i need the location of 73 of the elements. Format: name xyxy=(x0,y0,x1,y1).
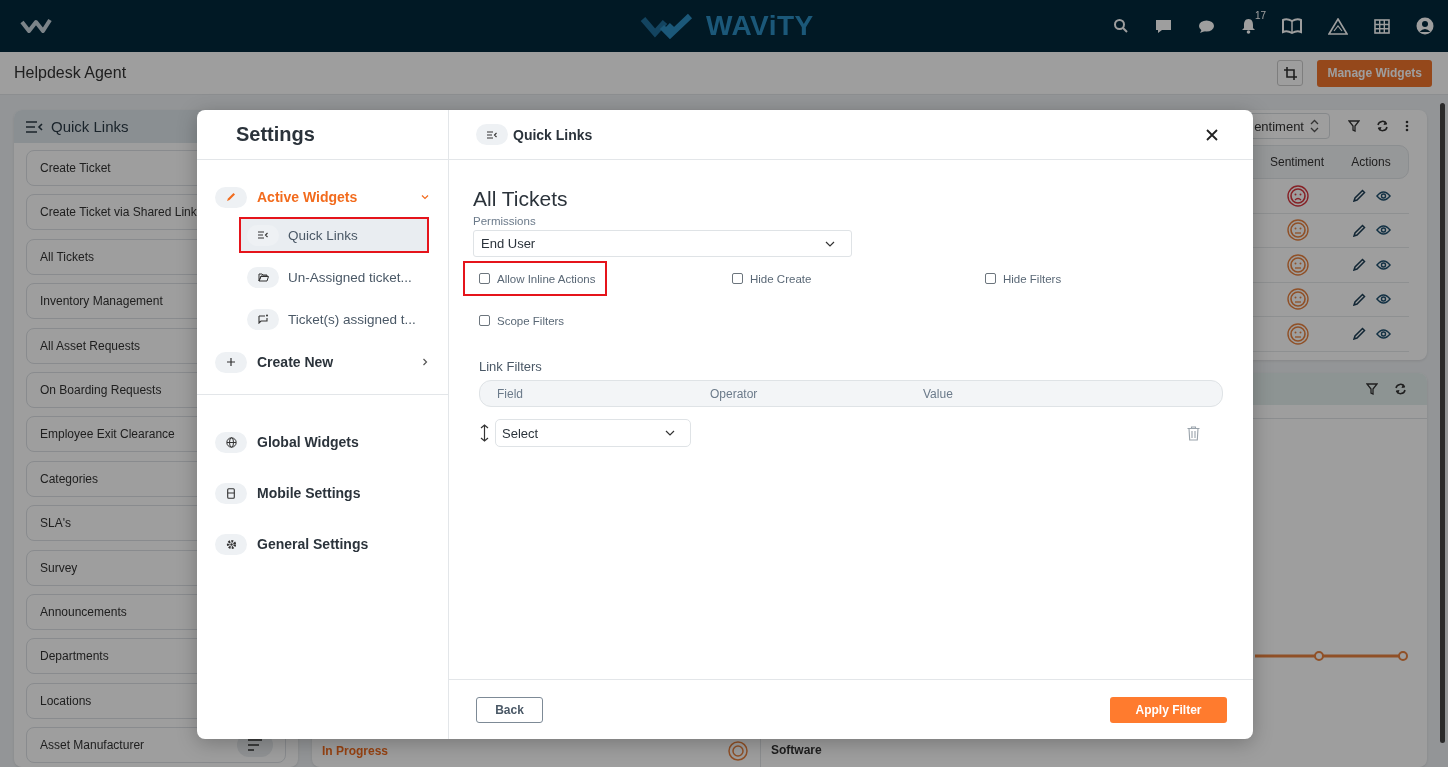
card-title: Quick Links xyxy=(51,118,129,135)
checkbox[interactable] xyxy=(479,315,490,326)
notification-count: 17 xyxy=(1255,10,1267,21)
target-icon xyxy=(728,741,748,761)
chevron-down-icon xyxy=(825,240,835,247)
checkbox-option[interactable]: Hide Filters xyxy=(969,261,1074,296)
up-down-caret-icon xyxy=(1310,119,1319,133)
chat-bubble-icon[interactable] xyxy=(1198,18,1215,34)
delete-icon[interactable] xyxy=(1187,425,1200,441)
book-icon[interactable] xyxy=(1282,18,1302,34)
quick-links-icon xyxy=(476,124,508,145)
chevron-down-icon xyxy=(420,192,430,202)
checkbox[interactable] xyxy=(732,273,743,284)
checkbox-option[interactable]: Scope Filters xyxy=(463,303,577,338)
checkbox[interactable] xyxy=(479,273,490,284)
chevron-right-icon xyxy=(420,357,430,367)
pencil-icon xyxy=(215,186,247,208)
filter-icon[interactable] xyxy=(1366,383,1378,395)
column-header: Sentiment xyxy=(1269,155,1325,169)
category-value: Software xyxy=(771,743,823,757)
triangle-icon[interactable] xyxy=(1328,17,1348,35)
brand-name: WAViTY xyxy=(706,10,814,42)
chevron-down-icon xyxy=(665,430,675,436)
bell-icon[interactable] xyxy=(1241,18,1256,34)
column-header: Value xyxy=(923,386,954,401)
scrollbar[interactable] xyxy=(1440,103,1445,743)
checkbox-option[interactable]: Allow Inline Actions xyxy=(463,261,608,296)
nav-subitem[interactable]: Quick Links xyxy=(239,217,429,253)
edit-icon[interactable] xyxy=(1353,223,1366,237)
plus-icon xyxy=(215,351,247,373)
edit-icon[interactable] xyxy=(1353,258,1366,272)
filter-icon[interactable] xyxy=(1348,120,1360,132)
column-header: Field xyxy=(497,386,524,401)
eye-icon[interactable] xyxy=(1376,190,1391,201)
edit-icon[interactable] xyxy=(1353,327,1366,341)
eye-icon[interactable] xyxy=(1376,294,1391,305)
checkbox-option[interactable]: Hide Create xyxy=(716,261,824,296)
edit-icon[interactable] xyxy=(1353,292,1366,306)
crop-button[interactable] xyxy=(1277,60,1304,86)
section-heading: All Tickets xyxy=(473,187,569,211)
folder-icon xyxy=(247,266,279,288)
checkbox[interactable] xyxy=(985,273,996,284)
dialog-title: Settings xyxy=(236,123,315,146)
grid-icon[interactable] xyxy=(1374,18,1390,34)
status-label: In Progress xyxy=(322,744,389,758)
close-icon[interactable] xyxy=(1206,128,1218,141)
phone-icon xyxy=(215,482,247,504)
section-title: Link Filters xyxy=(479,359,543,374)
eye-icon[interactable] xyxy=(1376,225,1391,236)
user-icon[interactable] xyxy=(1416,17,1434,35)
refresh-icon[interactable] xyxy=(1394,383,1407,395)
more-icon[interactable] xyxy=(1405,120,1409,132)
crop-icon xyxy=(1283,66,1297,80)
refresh-icon[interactable] xyxy=(1376,120,1389,132)
field-label: Permissions xyxy=(473,215,537,227)
collapse-menu-icon[interactable] xyxy=(26,120,43,133)
gear-icon xyxy=(215,533,247,555)
message-icon[interactable] xyxy=(1155,18,1172,34)
list-icon xyxy=(247,224,279,246)
page-title: Helpdesk Agent xyxy=(14,64,127,82)
column-header: Operator xyxy=(710,386,759,401)
globe-icon xyxy=(215,431,247,453)
field-select[interactable]: Select xyxy=(495,419,691,447)
eye-icon[interactable] xyxy=(1376,259,1391,270)
back-button[interactable]: Back xyxy=(476,696,543,723)
panel-title: Quick Links xyxy=(513,126,593,143)
drag-handle-icon[interactable] xyxy=(480,424,489,442)
permissions-select[interactable]: End User xyxy=(473,230,852,257)
edit-icon[interactable] xyxy=(1353,189,1366,203)
column-header: Actions xyxy=(1350,155,1392,169)
eye-icon[interactable] xyxy=(1376,328,1391,339)
logo-icon[interactable] xyxy=(20,17,52,35)
search-icon[interactable] xyxy=(1113,18,1129,34)
